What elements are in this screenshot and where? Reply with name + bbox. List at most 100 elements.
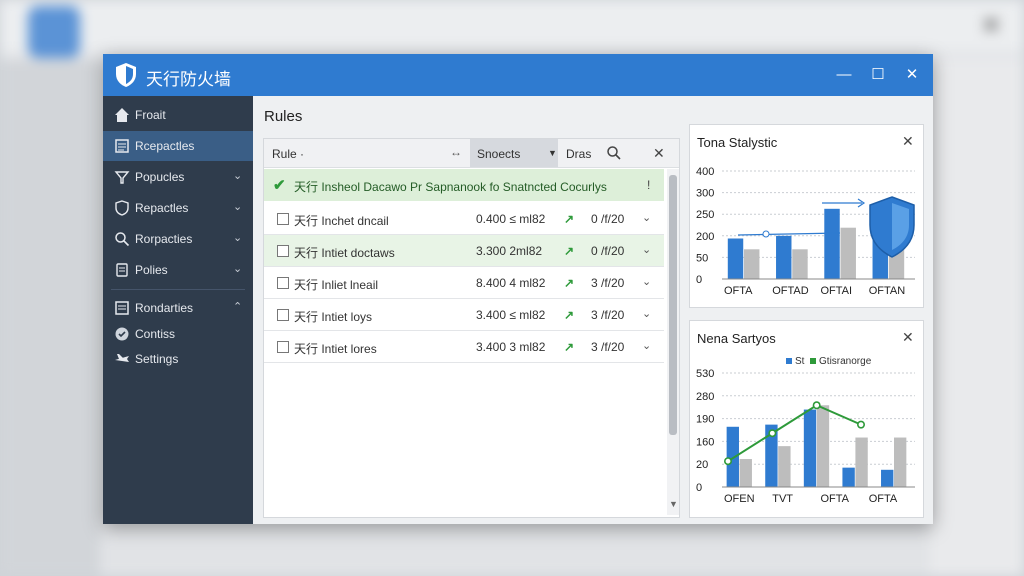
home-icon: [115, 108, 129, 122]
banner-text: 天行 Insheol Dacawo Pr Sapnanook fo Snatnc…: [294, 180, 607, 194]
check-icon: ✔: [273, 177, 286, 194]
sidebar-item-label: Rcepactles: [135, 139, 195, 153]
das-tab[interactable]: Dras: [566, 147, 591, 161]
y-tick-label: 200: [696, 231, 714, 243]
sidebar-item-froait[interactable]: Froait: [103, 100, 253, 130]
filter-icon: [114, 171, 130, 184]
sidebar-item-repactles[interactable]: Repactles ⌄: [103, 193, 253, 223]
chevron-down-icon: ⌄: [233, 232, 243, 244]
scroll-down-icon[interactable]: ▼: [669, 499, 678, 509]
x-tick-label: OFTAD: [772, 285, 809, 297]
row-checkbox[interactable]: [277, 245, 289, 257]
sidebar-item-popucles[interactable]: Popucles ⌄: [103, 162, 253, 192]
search-icon[interactable]: [606, 145, 622, 161]
trend-up-icon: ↗: [564, 244, 575, 258]
row-checkbox[interactable]: [277, 213, 289, 225]
chart-bar: [894, 437, 907, 487]
y-tick-label: 20: [696, 459, 708, 471]
x-tick-label: OFTA: [821, 493, 850, 505]
chevron-down-icon: ⌄: [233, 201, 243, 213]
rules-panel: Rule · ↔ Snoects ▼ Dras ✕ ✔ 天行 Insheol D…: [263, 138, 680, 518]
specs-dropdown[interactable]: Snoects ▼: [470, 139, 558, 167]
rule-value: 3.400 ≤ ml82: [476, 308, 546, 322]
sidebar-item-label: Repactles: [135, 201, 189, 215]
shield-icon: [115, 200, 129, 216]
sidebar-divider: [111, 289, 245, 290]
chevron-down-icon[interactable]: ⌄: [642, 243, 651, 256]
trend-up-icon: ↗: [564, 212, 575, 226]
background-close-icon: ✕: [980, 10, 1002, 40]
shield-logo-icon: [116, 63, 136, 87]
rule-name: 天行 Intiet lores: [294, 342, 377, 356]
chevron-down-icon[interactable]: ⌄: [642, 275, 651, 288]
chevron-down-icon[interactable]: ⌄: [642, 211, 651, 224]
rule-name: 天行 Inchet dncail: [294, 214, 389, 228]
maximize-button[interactable]: ☐: [864, 62, 892, 88]
y-tick-label: 280: [696, 391, 714, 403]
trend-up-icon: ↗: [564, 340, 575, 354]
sidebar-item-settings[interactable]: Settings: [103, 344, 253, 374]
main-content: Rules Rule · ↔ Snoects ▼ Dras ✕ ✔ 天行 Ins…: [253, 96, 933, 524]
close-icon[interactable]: ✕: [653, 145, 665, 162]
x-tick-label: OFEN: [724, 493, 755, 505]
line-point: [857, 420, 866, 429]
y-tick-label: 0: [696, 482, 702, 494]
table-row[interactable]: 天行 Intiet lores 3.400 3 ml82 ↗ 3 /f/20 ⌄: [264, 331, 664, 363]
y-tick-label: 160: [696, 436, 714, 448]
background-panel-bottom: [100, 525, 930, 576]
line-point: [723, 457, 732, 466]
chevron-down-icon: ⌄: [233, 170, 243, 182]
scrollbar[interactable]: ▼: [667, 169, 679, 515]
chart-bar: [744, 249, 760, 279]
x-tick-label: TVT: [772, 493, 793, 505]
chart-bar: [816, 405, 830, 487]
sidebar-item-polies[interactable]: Polies ⌄: [103, 255, 253, 285]
chevron-down-icon[interactable]: ⌄: [642, 339, 651, 352]
sidebar-item-label: Contiss: [135, 327, 176, 341]
rule-name: 天行 Intiet doctaws: [294, 246, 395, 260]
chevron-up-icon: ⌃: [233, 301, 243, 313]
series-line: [727, 404, 862, 463]
y-tick-label: 300: [696, 188, 714, 200]
sort-icon[interactable]: ↔: [450, 145, 462, 159]
table-row[interactable]: 天行 Inchet dncail 0.400 ≤ ml82 ↗ 0 /f/20 …: [264, 203, 664, 235]
sidebar-item-label: Polies: [135, 263, 168, 277]
trend-up-icon: ↗: [564, 308, 575, 322]
alert-icon: !: [647, 178, 651, 192]
row-checkbox[interactable]: [277, 341, 289, 353]
close-button[interactable]: ✕: [898, 62, 926, 88]
line-point: [768, 429, 777, 438]
list-icon: [115, 139, 129, 153]
y-tick-label: 0: [696, 274, 702, 286]
y-tick-label: 400: [696, 166, 714, 178]
chart-bar: [881, 469, 894, 487]
sidebar-item-label: Settings: [135, 352, 179, 366]
chart-bar: [803, 409, 817, 487]
table-row[interactable]: 天行 Intiet loys 3.400 ≤ ml82 ↗ 3 /f/20 ⌄: [264, 299, 664, 331]
firewall-window: 天行防火墙 — ☐ ✕ Froait Rcepactles Popucles ⌄…: [103, 54, 933, 524]
background-titlebar: [0, 0, 1024, 50]
minimize-button[interactable]: —: [830, 62, 858, 88]
rule-time: 3 /f/20: [591, 340, 625, 354]
chart-bar: [727, 238, 744, 279]
sidebar-item-rorpacties[interactable]: Rorpacties ⌄: [103, 224, 253, 254]
chevron-down-icon[interactable]: ⌄: [642, 307, 651, 320]
table-row[interactable]: 天行 Intiet doctaws 3.300 2ml82 ↗ 0 /f/20 …: [264, 235, 664, 267]
chart-bar: [739, 459, 752, 487]
row-checkbox[interactable]: [277, 309, 289, 321]
y-tick-label: 530: [696, 368, 714, 380]
x-tick-label: OFTAI: [821, 285, 853, 297]
sidebar-item-label: Froait: [135, 108, 166, 122]
chart-bar: [842, 467, 855, 487]
row-checkbox[interactable]: [277, 277, 289, 289]
rule-time: 0 /f/20: [591, 212, 625, 226]
background-panel-left: [0, 60, 100, 576]
app-title: 天行防火墙: [146, 70, 231, 89]
x-tick-label: OFTAN: [869, 285, 906, 297]
stat-card-total: Tona Stalystic ✕ 400 300 250 200 50 0 OFTA OFTA…: [689, 124, 924, 308]
scrollbar-thumb[interactable]: [669, 175, 677, 435]
table-row[interactable]: 天行 Inliet lneail 8.400 4 ml82 ↗ 3 /f/20 …: [264, 267, 664, 299]
rule-name: 天行 Intiet loys: [294, 310, 373, 324]
sidebar-item-rcepactles[interactable]: Rcepactles: [103, 131, 253, 161]
rule-dropdown[interactable]: Rule ·: [272, 147, 304, 161]
